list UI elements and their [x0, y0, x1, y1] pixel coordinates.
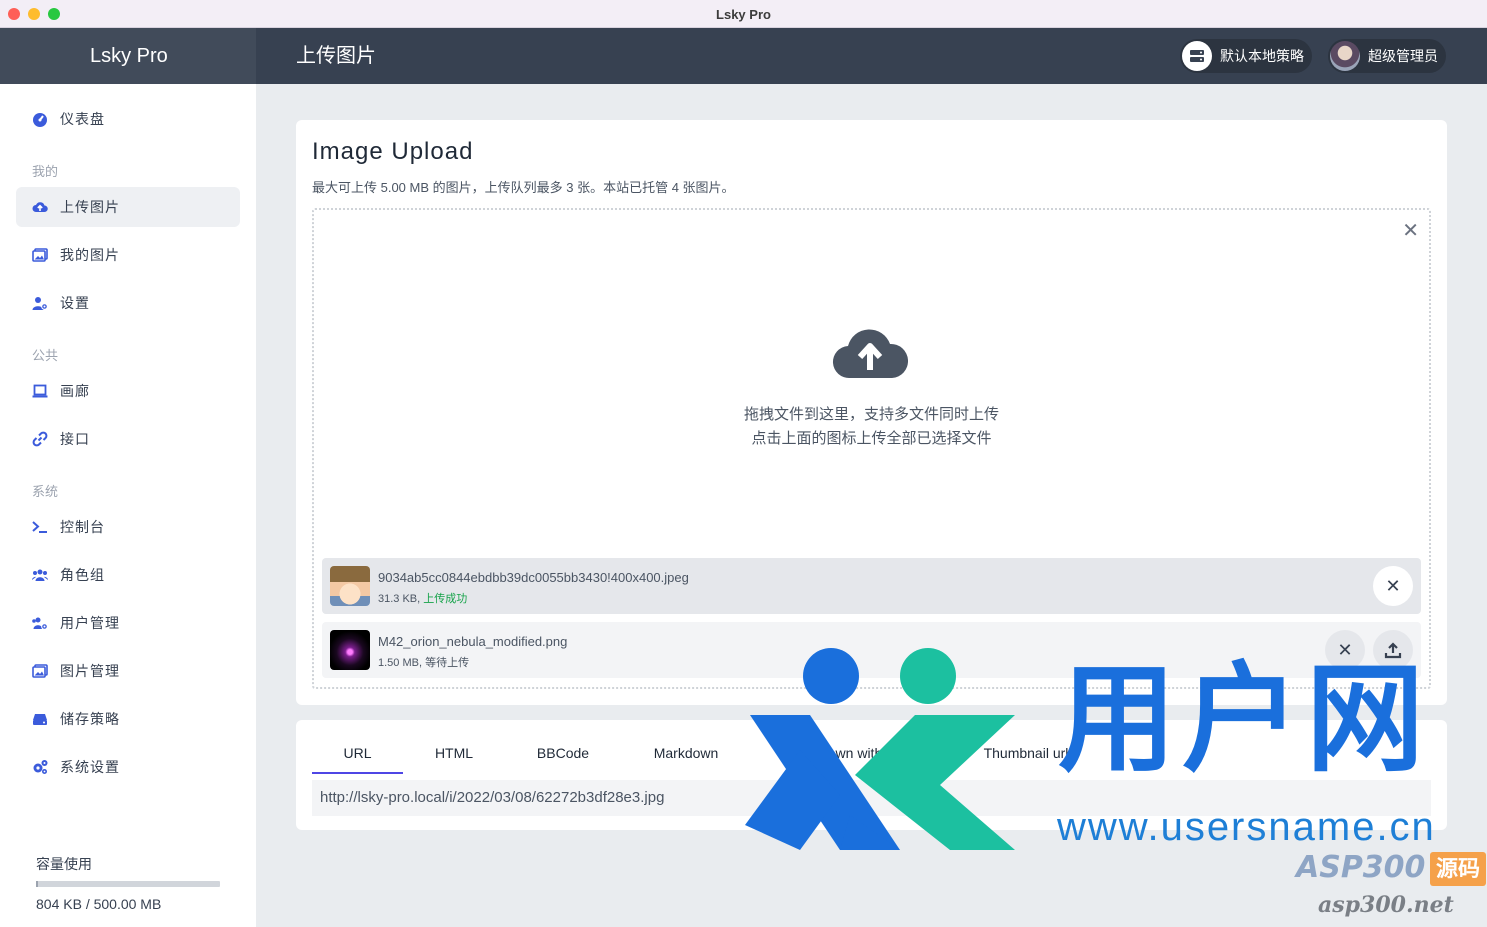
sidebar-item-console[interactable]: 控制台 — [16, 507, 240, 547]
cogs-icon — [33, 760, 48, 774]
file-meta: 31.3 KB, 上传成功 — [378, 590, 467, 606]
images-icon — [32, 248, 48, 262]
sidebar-item-label: 我的图片 — [60, 247, 120, 263]
dropzone-hint-2: 点击上面的图标上传全部已选择文件 — [751, 430, 992, 447]
file-meta: 1.50 MB, 等待上传 — [378, 654, 469, 670]
sidebar-item-label: 仪表盘 — [60, 111, 105, 127]
file-size: 31.3 KB, — [378, 593, 421, 605]
sidebar-item-settings[interactable]: 设置 — [16, 283, 240, 323]
upload-title: Image Upload — [312, 138, 474, 165]
tab-bbcode[interactable]: BBCode — [514, 738, 612, 774]
sidebar-item-roles[interactable]: 角色组 — [16, 555, 240, 595]
sidebar-item-label: 储存策略 — [60, 711, 120, 727]
watermark-title: 用户网 — [1058, 650, 1431, 788]
sidebar-item-label: 用户管理 — [60, 615, 120, 631]
top-header: Lsky Pro 上传图片 默认本地策略 超级管理员 — [0, 28, 1487, 84]
watermark-asp-url: asp300.net — [1318, 892, 1454, 918]
sidebar-item-images[interactable]: 图片管理 — [16, 651, 240, 691]
upload-subtitle: 最大可上传 5.00 MB 的图片，上传队列最多 3 张。本站已托管 4 张图片… — [312, 180, 735, 195]
file-status: 上传成功 — [423, 593, 468, 605]
sidebar-item-dashboard[interactable]: 仪表盘 — [16, 99, 240, 139]
hdd-icon — [33, 714, 47, 725]
file-size: 1.50 MB, — [378, 657, 423, 669]
usage-progress-bar — [36, 881, 220, 887]
upload-card: Image Upload 最大可上传 5.00 MB 的图片，上传队列最多 3 … — [296, 120, 1447, 705]
window-title: Lsky Pro — [716, 7, 771, 22]
window-titlebar: Lsky Pro — [0, 0, 1487, 28]
tab-html[interactable]: HTML — [408, 738, 500, 774]
sidebar-item-label: 接口 — [60, 431, 90, 447]
images-icon — [32, 664, 48, 678]
link-icon — [32, 431, 48, 447]
laptop-icon — [32, 384, 48, 398]
storage-strategy-button[interactable]: 默认本地策略 — [1180, 39, 1312, 73]
sidebar-item-storage[interactable]: 储存策略 — [16, 699, 240, 739]
sidebar-item-label: 系统设置 — [60, 759, 120, 775]
user-menu-button[interactable]: 超级管理员 — [1328, 39, 1446, 73]
remove-file-button[interactable]: ✕ — [1373, 566, 1413, 606]
usage-title: 容量使用 — [36, 856, 92, 872]
sidebar-item-label: 角色组 — [60, 567, 105, 583]
section-label-public: 公共 — [32, 348, 59, 363]
cloud-upload-icon — [32, 202, 48, 212]
user-cog-icon — [32, 297, 48, 310]
gauge-icon — [33, 113, 47, 127]
cloud-upload-icon[interactable] — [832, 324, 908, 380]
tab-markdown[interactable]: Markdown — [626, 738, 746, 774]
users-cog-icon — [32, 617, 48, 630]
sidebar-item-system-settings[interactable]: 系统设置 — [16, 747, 240, 787]
sidebar-item-upload[interactable]: 上传图片 — [16, 187, 240, 227]
server-icon — [1182, 41, 1212, 71]
upload-dropzone[interactable]: ✕ 拖拽文件到这里，支持多文件同时上传 点击上面的图标上传全部已选择文件 903… — [312, 208, 1431, 689]
avatar — [1330, 41, 1360, 71]
watermark-asp-badge: 源码 — [1430, 852, 1486, 886]
file-name: M42_orion_nebula_modified.png — [378, 634, 568, 649]
sidebar-item-api[interactable]: 接口 — [16, 419, 240, 459]
clear-queue-icon[interactable]: ✕ — [1402, 218, 1419, 243]
sidebar-item-label: 上传图片 — [60, 199, 120, 215]
users-icon — [32, 569, 48, 581]
tab-url[interactable]: URL — [312, 738, 403, 774]
file-name: 9034ab5cc0844ebdbb39dc0055bb3430!400x400… — [378, 570, 689, 585]
page-title: 上传图片 — [296, 45, 376, 67]
sidebar-item-label: 设置 — [60, 295, 90, 311]
sidebar-item-label: 画廊 — [60, 383, 90, 399]
sidebar-item-label: 图片管理 — [60, 663, 120, 679]
file-thumbnail — [330, 566, 370, 606]
sidebar-item-label: 控制台 — [60, 519, 105, 535]
watermark-url: www.usersname.cn — [1057, 805, 1436, 849]
user-name: 超级管理员 — [1368, 48, 1438, 64]
dropzone-hint-1: 拖拽文件到这里，支持多文件同时上传 — [743, 406, 999, 423]
sidebar-item-users[interactable]: 用户管理 — [16, 603, 240, 643]
usage-progress-fill — [36, 881, 38, 887]
tab-markdown-with-link[interactable]: Markdown with link — [758, 738, 938, 774]
sidebar-item-gallery[interactable]: 画廊 — [16, 371, 240, 411]
section-label-system: 系统 — [32, 484, 59, 499]
brand-logo[interactable]: Lsky Pro — [0, 28, 256, 84]
section-label-mine: 我的 — [32, 164, 59, 179]
upload-file-row: 9034ab5cc0844ebdbb39dc0055bb3430!400x400… — [322, 558, 1421, 614]
sidebar: 仪表盘 我的 上传图片 我的图片 设置 公共 画廊 接口 系统 控制台 角色组 … — [0, 84, 256, 927]
sidebar-item-my-images[interactable]: 我的图片 — [16, 235, 240, 275]
terminal-icon — [32, 521, 47, 533]
usage-text: 804 KB / 500.00 MB — [36, 896, 162, 912]
file-status: 等待上传 — [425, 657, 470, 669]
storage-strategy-label: 默认本地策略 — [1220, 48, 1304, 64]
watermark-asp-logo: ASP300 — [1296, 850, 1426, 885]
file-thumbnail — [330, 630, 370, 670]
